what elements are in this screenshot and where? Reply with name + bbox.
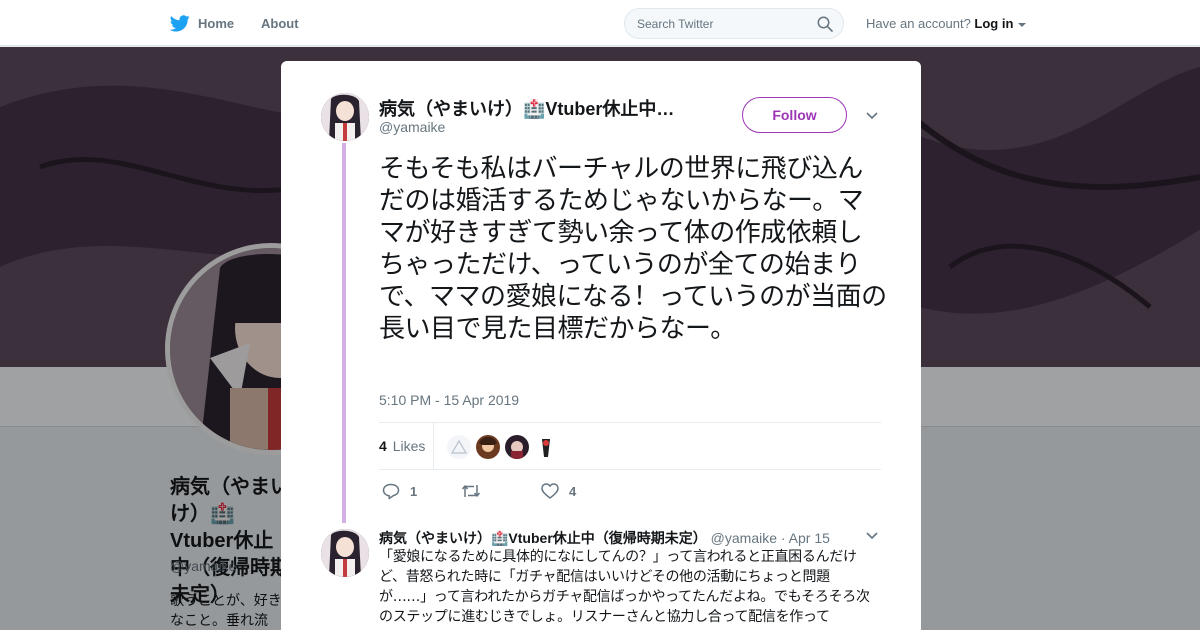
top-navigation: Home About Have an account? Log in (0, 0, 1200, 46)
liker-avatar[interactable] (534, 435, 558, 459)
reply-text: 「愛娘になるために具体的になにしてんの？」って言われると正直困るんだけど、昔怒ら… (379, 549, 870, 625)
liker-avatar[interactable] (447, 435, 471, 459)
character-avatar-art (321, 529, 369, 577)
about-link[interactable]: About (261, 16, 299, 31)
chevron-down-icon[interactable] (866, 532, 878, 540)
tweet-modal: 病気（やまいけ）🏥Vtuber休止中… @yamaike Follow そもそも… (281, 61, 921, 630)
home-link-label: Home (198, 15, 235, 31)
likes-divider (433, 423, 434, 470)
tweet-timestamp[interactable]: 5:10 PM - 15 Apr 2019 (379, 392, 519, 408)
reply-author-handle[interactable]: @yamaike (711, 530, 777, 546)
likes-summary: 4 Likes (379, 422, 881, 470)
heart-icon (541, 483, 559, 499)
character-avatar-art (321, 93, 369, 141)
likes-count-link[interactable]: 4 Likes (379, 438, 425, 454)
reply-icon (382, 483, 400, 499)
reply-date[interactable]: · Apr 15 (781, 530, 830, 546)
reply-author-name[interactable]: 病気（やまいけ）🏥Vtuber休止中（復帰時期未定） (379, 530, 707, 546)
reply-action[interactable]: 1 (382, 481, 417, 501)
reply-header: 病気（やまいけ）🏥Vtuber休止中（復帰時期未定） @yamaike · Ap… (379, 528, 830, 548)
chevron-down-icon[interactable] (866, 112, 878, 120)
reply-author-avatar[interactable] (321, 529, 369, 577)
account-area: Have an account? Log in (866, 16, 1027, 31)
tweet-actions: 1 4 (379, 479, 879, 503)
search-input[interactable] (637, 15, 807, 33)
tweet-author-handle[interactable]: @yamaike (379, 119, 445, 135)
liker-avatar[interactable] (476, 435, 500, 459)
tweet-author-name[interactable]: 病気（やまいけ）🏥Vtuber休止中… (379, 95, 674, 121)
likes-label: Likes (392, 438, 426, 454)
caret-down-icon[interactable] (1018, 22, 1027, 27)
tweet-author-avatar[interactable] (321, 93, 369, 141)
retweet-icon (461, 485, 481, 497)
retweet-action[interactable] (461, 481, 491, 501)
liker-avatar[interactable] (505, 435, 529, 459)
likes-count: 4 (379, 438, 387, 454)
search-box (624, 8, 844, 39)
like-count: 4 (569, 483, 577, 499)
home-link[interactable]: Home (170, 13, 234, 33)
tweet-text: そもそも私はバーチャルの世界に飛び込んだのは婚活するためじゃないからなー。ママが… (379, 154, 887, 344)
twitter-bird-icon (170, 14, 190, 31)
thread-line (342, 143, 346, 523)
follow-button[interactable]: Follow (742, 97, 847, 133)
like-action[interactable]: 4 (541, 481, 576, 501)
close-icon[interactable] (1154, 12, 1178, 36)
login-link[interactable]: Log in (974, 16, 1013, 31)
reply-count: 1 (410, 483, 418, 499)
search-icon[interactable] (817, 16, 833, 32)
account-prompt: Have an account? (866, 16, 971, 31)
